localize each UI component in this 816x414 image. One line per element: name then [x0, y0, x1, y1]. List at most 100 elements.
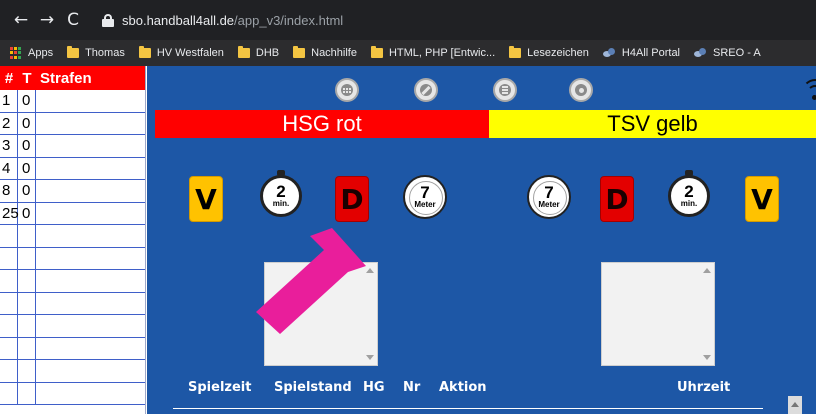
bookmark-apps[interactable]: Apps: [10, 47, 53, 59]
player-number: 25: [0, 202, 19, 224]
player-penalties: [36, 113, 145, 135]
player-number: [0, 292, 18, 314]
apps-icon: [10, 47, 22, 59]
forward-button[interactable]: →: [34, 10, 60, 30]
url-host: sbo.handball4all.de: [122, 12, 235, 28]
bookmark-nachhilfe[interactable]: Nachhilfe: [293, 46, 357, 59]
penalty-row[interactable]: 40: [0, 157, 145, 180]
scroll-down-icon[interactable]: [703, 355, 711, 360]
folder-icon: [67, 46, 80, 58]
bookmark-label: HTML, PHP [Entwic...: [388, 47, 496, 59]
bookmarks-bar: Apps Thomas HV Westfalen DHB Nachhilfe H…: [0, 40, 816, 66]
bookmark-sreo[interactable]: SREO - A: [694, 47, 761, 59]
player-t-count: 0: [18, 157, 36, 179]
home-disqualification-button[interactable]: D: [335, 176, 369, 222]
scroll-up-icon[interactable]: [703, 268, 711, 273]
penalty-row[interactable]: [0, 292, 145, 315]
player-t-count: [18, 382, 36, 404]
penalty-row[interactable]: 20: [0, 112, 145, 135]
bookmark-label: Thomas: [85, 47, 125, 59]
player-t-count: 0: [18, 90, 36, 112]
penalty-row[interactable]: [0, 360, 145, 383]
away-player-list[interactable]: [601, 262, 715, 366]
bookmark-html-php[interactable]: HTML, PHP [Entwic...: [370, 46, 496, 59]
bookmark-label: HV Westfalen: [156, 47, 224, 59]
player-number: [0, 270, 18, 292]
suspension-number: 2: [684, 182, 694, 201]
penalty-row[interactable]: 80: [0, 180, 145, 203]
back-button[interactable]: ←: [8, 10, 34, 30]
player-t-count: 0: [18, 202, 36, 224]
header-strafen: Strafen: [40, 69, 92, 87]
penalty-number: 7: [544, 183, 554, 202]
penalty-row[interactable]: [0, 225, 145, 248]
player-t-count: 0: [18, 112, 36, 134]
scrollbar[interactable]: [700, 263, 714, 365]
bookmark-hv-westfalen[interactable]: HV Westfalen: [138, 46, 224, 59]
penalty-unit: Meter: [414, 200, 436, 209]
lock-icon: [102, 13, 114, 27]
player-penalties: [36, 90, 145, 112]
scroll-down-icon[interactable]: [366, 355, 374, 360]
player-number: [0, 315, 18, 337]
home-warning-button[interactable]: V: [189, 176, 223, 222]
player-number: 1: [0, 90, 18, 112]
bookmark-lesezeichen[interactable]: Lesezeichen: [509, 46, 589, 59]
game-log-header: Spielzeit Spielstand HG Nr Aktion Uhrzei…: [147, 380, 816, 398]
penalty-row[interactable]: [0, 270, 145, 293]
away-warning-button[interactable]: V: [745, 176, 779, 222]
log-scroll-up-icon[interactable]: [788, 396, 802, 414]
header-t: T: [22, 69, 32, 87]
penalty-table-header: # T Strafen: [0, 66, 145, 90]
player-penalties: [36, 180, 145, 202]
annotation-arrow-icon: [256, 228, 366, 334]
player-number: [0, 360, 18, 382]
suspension-unit: min.: [272, 199, 290, 208]
penalty-row[interactable]: 25 0: [0, 202, 145, 225]
player-penalties: [36, 383, 145, 405]
player-number: [0, 337, 18, 359]
url-path: /app_v3/index.html: [234, 12, 344, 28]
penalty-table: # T Strafen 1 0 2 0 3 0 4 0 8 0 25 0: [0, 66, 146, 414]
col-nr: Nr: [403, 380, 421, 395]
folder-icon: [237, 46, 250, 58]
team-home[interactable]: HSG rot: [155, 110, 489, 138]
home-penalty-button[interactable]: 7 Meter: [403, 175, 447, 219]
penalty-row[interactable]: [0, 315, 145, 338]
away-suspension-button[interactable]: 2 min.: [668, 170, 710, 217]
reload-button[interactable]: C: [60, 10, 86, 30]
away-disqualification-button[interactable]: D: [600, 176, 634, 222]
player-penalties: [36, 360, 145, 382]
player-penalties: [36, 270, 145, 292]
player-penalties: [36, 293, 145, 315]
game-panel: HSG rot TSV gelb V 2 min. D 7 Meter 7 Meter…: [147, 66, 816, 414]
grid-icon[interactable]: [335, 78, 359, 102]
gear-icon[interactable]: [569, 78, 593, 102]
home-suspension-button[interactable]: 2 min.: [260, 170, 302, 217]
penalty-row[interactable]: [0, 337, 145, 360]
player-t-count: [18, 315, 36, 337]
player-number: 8: [0, 180, 18, 202]
penalty-row[interactable]: 30: [0, 135, 145, 158]
h4all-favicon-icon: [602, 48, 616, 58]
pencil-icon[interactable]: [414, 78, 438, 102]
address-bar[interactable]: sbo.handball4all.de/app_v3/index.html: [122, 13, 343, 28]
col-hg: HG: [363, 380, 385, 395]
player-t-count: 0: [18, 135, 36, 157]
penalty-row[interactable]: [0, 382, 145, 405]
col-spielzeit: Spielzeit: [188, 380, 252, 395]
list-icon[interactable]: [493, 78, 517, 102]
header-number: #: [4, 69, 14, 87]
away-penalty-button[interactable]: 7 Meter: [527, 175, 571, 219]
player-number: 2: [0, 112, 18, 134]
browser-toolbar: ← → C sbo.handball4all.de/app_v3/index.h…: [0, 0, 816, 40]
penalty-row[interactable]: 10: [0, 90, 145, 113]
player-penalties: [36, 248, 145, 270]
team-away[interactable]: TSV gelb: [489, 110, 816, 138]
folder-icon: [509, 46, 522, 58]
bookmark-dhb[interactable]: DHB: [237, 46, 279, 59]
penalty-row[interactable]: [0, 247, 145, 270]
bookmark-thomas[interactable]: Thomas: [67, 46, 125, 59]
player-penalties: [36, 135, 145, 157]
bookmark-h4all-portal[interactable]: H4All Portal: [602, 47, 680, 59]
